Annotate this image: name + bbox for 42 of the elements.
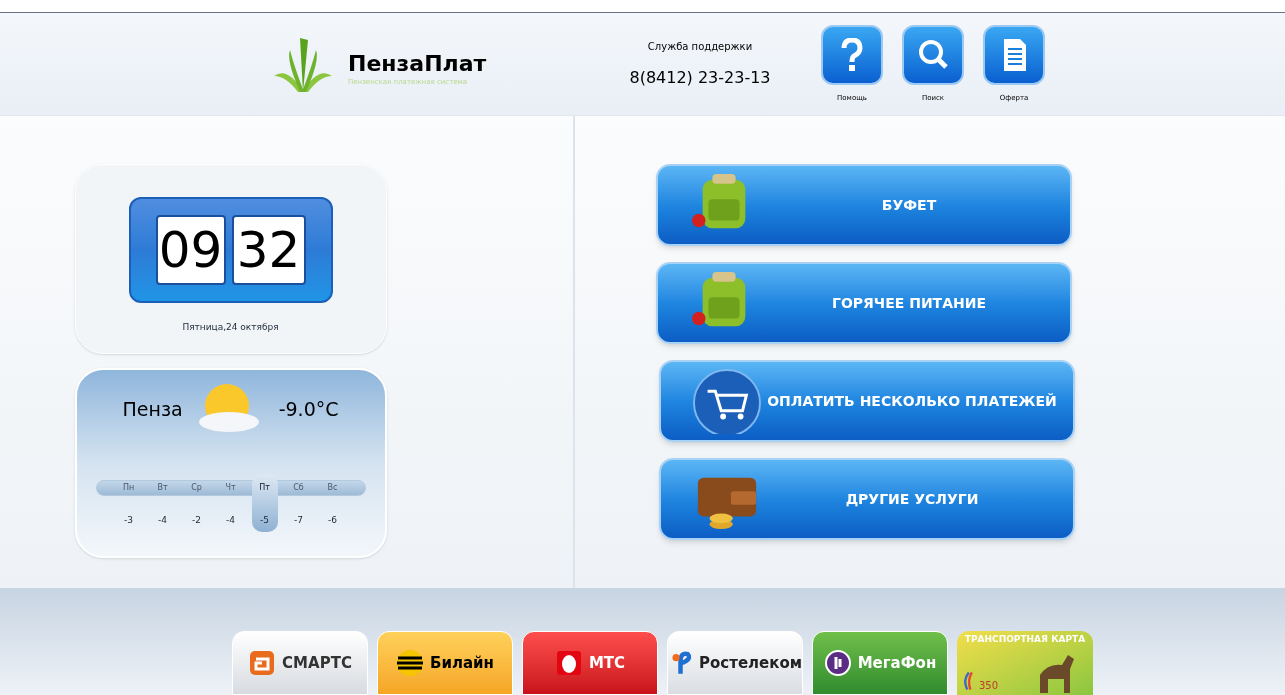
day-temperature: -5 bbox=[260, 514, 269, 527]
cart-icon bbox=[691, 368, 763, 434]
day-name: Вс bbox=[327, 482, 338, 494]
service-button[interactable]: БУФЕТ bbox=[656, 164, 1072, 246]
day-name: Пт bbox=[259, 482, 270, 494]
service-button[interactable]: ОПЛАТИТЬ НЕСКОЛЬКО ПЛАТЕЖЕЙ bbox=[659, 360, 1075, 442]
support-phone: 8(8412) 23-23-13 bbox=[629, 66, 771, 89]
question-mark-icon bbox=[841, 37, 863, 72]
clock-hours: 09 bbox=[155, 215, 226, 285]
provider-button[interactable]: Билайн bbox=[377, 631, 513, 695]
card-note: 350 bbox=[979, 678, 999, 693]
service-button[interactable]: ГОРЯЧЕЕ ПИТАНИЕ bbox=[656, 262, 1072, 344]
day-name: Ср bbox=[191, 482, 202, 494]
day-name: Пн bbox=[122, 482, 135, 494]
date-text: Пятница,24 октября bbox=[182, 321, 279, 334]
day-temperature: -3 bbox=[124, 514, 133, 527]
day-name: Сб bbox=[293, 482, 304, 494]
day-temperature: -4 bbox=[226, 514, 235, 527]
day-name: Чт bbox=[225, 482, 236, 494]
provider-button[interactable]: МегаФон bbox=[812, 631, 948, 695]
day-name: Вт bbox=[157, 482, 168, 494]
temperature-text: -9.0°C bbox=[278, 396, 339, 422]
help-button[interactable] bbox=[821, 24, 883, 85]
day-temperature: -7 bbox=[294, 514, 303, 527]
brand-name: ПензаПлат bbox=[348, 52, 487, 76]
service-button[interactable]: ДРУГИЕ УСЛУГИ bbox=[659, 458, 1075, 540]
cube-logo-icon bbox=[248, 649, 277, 677]
clock-minutes: 32 bbox=[231, 215, 306, 285]
egg-logo-icon bbox=[554, 649, 583, 677]
striped-ball-icon bbox=[396, 649, 425, 677]
city-name: Пенза bbox=[122, 396, 183, 422]
support-label: Служба поддержки bbox=[647, 39, 753, 54]
provider-button[interactable]: МТС bbox=[522, 631, 658, 695]
day-temperature: -4 bbox=[158, 514, 167, 527]
provider-button[interactable]: Ростелеком bbox=[667, 631, 803, 695]
offer-button[interactable] bbox=[983, 24, 1045, 85]
day-temperature: -6 bbox=[328, 514, 337, 527]
search-button[interactable] bbox=[902, 24, 964, 85]
circle-logo-icon bbox=[823, 649, 852, 677]
day-temperature: -2 bbox=[192, 514, 201, 527]
provider-button[interactable]: СМАРТС bbox=[232, 631, 368, 695]
provider-button[interactable]: ТРАНСПОРТНАЯ КАРТА 350 bbox=[957, 631, 1093, 695]
